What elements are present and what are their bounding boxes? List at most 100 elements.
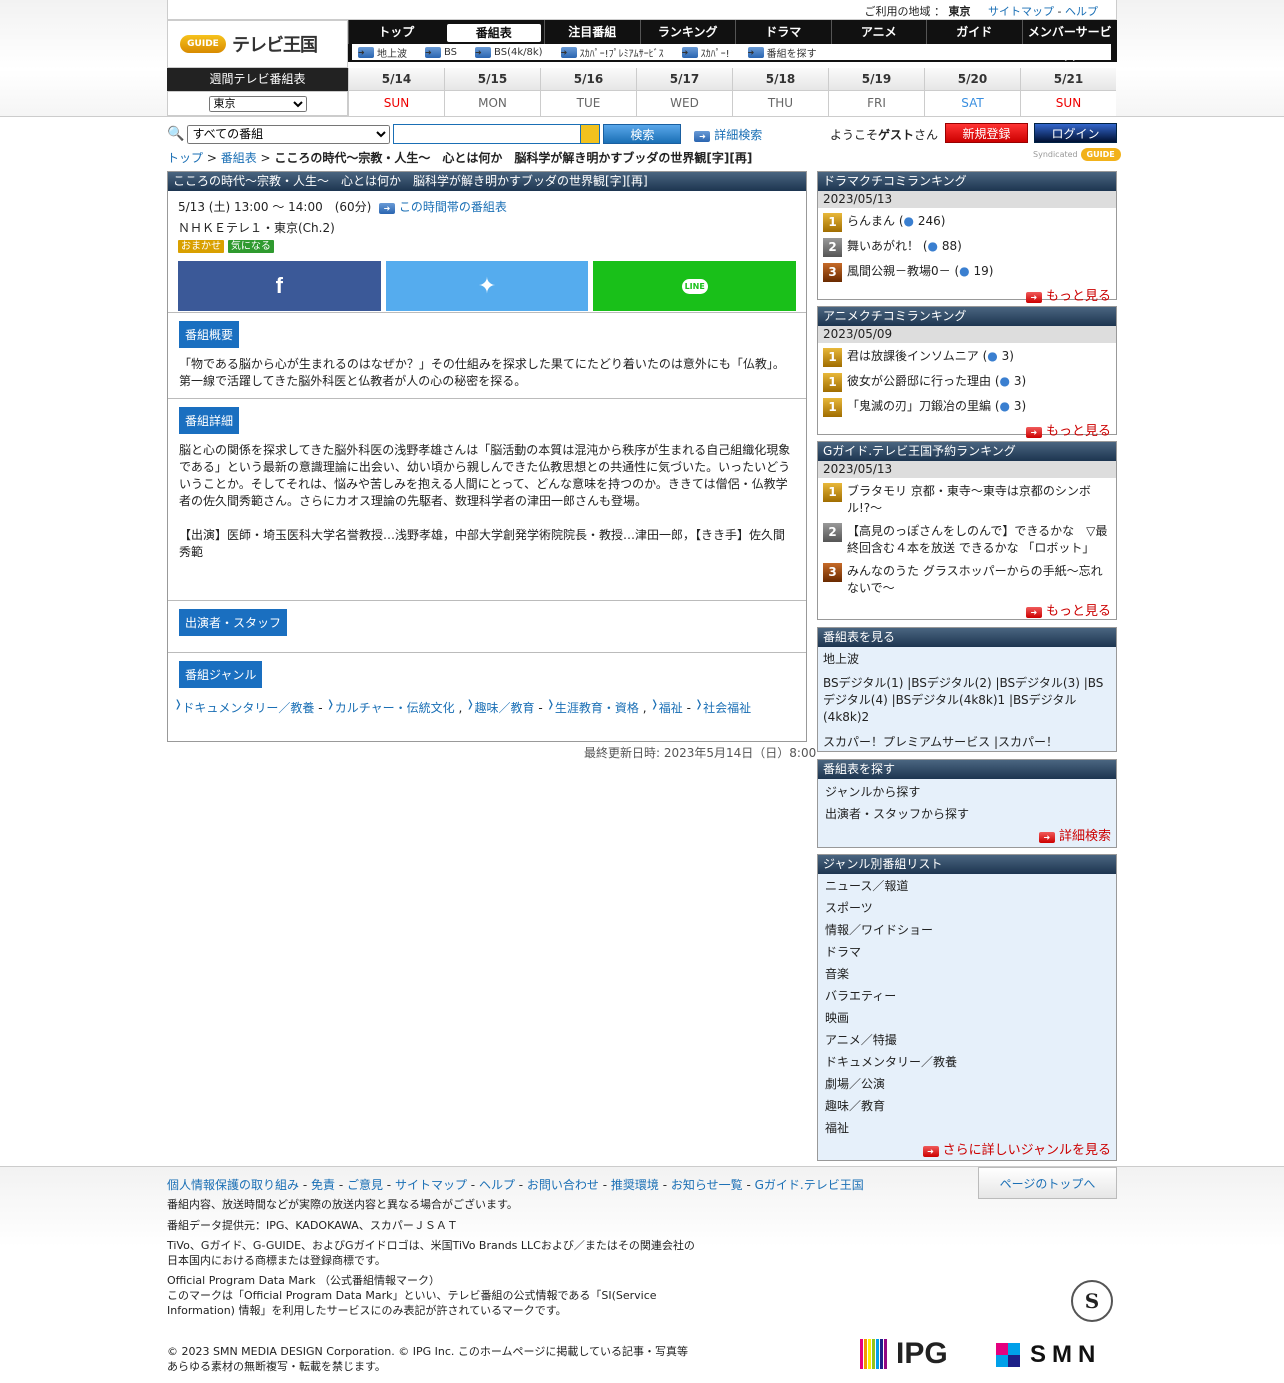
- genre-section: 番組ジャンル ❭ドキュメンタリー／教養 - ❭カルチャー・伝統文化 , ❭趣味／…: [168, 652, 806, 716]
- page-top-button[interactable]: ページのトップへ: [978, 1167, 1117, 1199]
- footer-link[interactable]: ご意見: [347, 1178, 383, 1192]
- footer-link[interactable]: Gガイド.テレビ王国: [755, 1178, 864, 1192]
- genre-list-item[interactable]: ニュース／報道: [818, 875, 1116, 897]
- find-advanced-link[interactable]: 詳細検索: [1059, 829, 1111, 844]
- nav-tab-1[interactable]: 番組表: [446, 24, 541, 42]
- genre-list-item[interactable]: 劇場／公演: [818, 1073, 1116, 1095]
- ranking-item[interactable]: 2 【高見のっぽさんをしのんで】できるかな ▽最終回含む４本を放送 できるかな 「…: [818, 520, 1116, 560]
- syndicated-text: Syndicated: [1033, 150, 1078, 159]
- help-link[interactable]: ヘルプ: [1065, 5, 1098, 18]
- footer-sep: -: [299, 1178, 311, 1192]
- genre-list-item[interactable]: アニメ／特撮: [818, 1029, 1116, 1051]
- bs-links[interactable]: BSデジタル(1) |BSデジタル(2) |BSデジタル(3) |BSデジタル(…: [823, 675, 1111, 726]
- paren: ): [1021, 399, 1027, 413]
- day-column[interactable]: 5/16 TUE: [540, 68, 636, 116]
- sky-links[interactable]: スカパー！プレミアムサービス |スカパー！: [823, 734, 1111, 751]
- day-column[interactable]: 5/19 FRI: [828, 68, 924, 116]
- genre-sub-link[interactable]: カルチャー・伝統文化: [335, 701, 455, 715]
- genre-main-link[interactable]: ドキュメンタリー／教養: [182, 701, 314, 715]
- ranking-item[interactable]: 1 彼女が公爵邸に行った理由 (● 3): [818, 370, 1116, 395]
- day-weekday: MON: [445, 91, 540, 116]
- kininaru-tag[interactable]: 気になる: [227, 240, 274, 253]
- ranking-item[interactable]: 3 風間公親－教場0－ (● 19): [818, 260, 1116, 285]
- find-by-cast-link[interactable]: 出演者・スタッフから探す: [818, 803, 1116, 825]
- ranking-item[interactable]: 2 舞いあがれ！ (● 88): [818, 235, 1116, 260]
- ranking-item[interactable]: 1 「鬼滅の刃」刀鍛冶の里編 (● 3): [818, 395, 1116, 420]
- day-date: 5/21: [1021, 68, 1116, 91]
- nav-tab-3[interactable]: ランキング: [639, 20, 736, 44]
- genre-list-item[interactable]: バラエティー: [818, 985, 1116, 1007]
- search-input[interactable]: [393, 124, 582, 144]
- genre-list-item[interactable]: 情報／ワイドショー: [818, 919, 1116, 941]
- ranking-item[interactable]: 1 らんまん (● 246): [818, 210, 1116, 235]
- genre-sub-link[interactable]: 社会福祉: [703, 701, 751, 715]
- sub-nav-item-0[interactable]: ➜ 地上波: [358, 45, 407, 60]
- reserve-more-link[interactable]: もっと見る: [1046, 604, 1111, 619]
- advanced-search-link[interactable]: 詳細検索: [714, 128, 762, 142]
- sitemap-link[interactable]: サイトマップ: [988, 5, 1054, 18]
- time-slot-link[interactable]: この時間帯の番組表: [399, 200, 507, 214]
- terrestrial-link[interactable]: 地上波: [823, 651, 1111, 668]
- search-scope-select[interactable]: すべての番組: [187, 124, 391, 144]
- day-column[interactable]: 5/20 SAT: [924, 68, 1020, 116]
- day-column[interactable]: 5/15 MON: [444, 68, 540, 116]
- breadcrumb-listings[interactable]: 番組表: [221, 151, 257, 165]
- genre-list-item[interactable]: 趣味／教育: [818, 1095, 1116, 1117]
- sub-nav-item-3[interactable]: ➜ ｽｶﾊﾟｰ!ﾌﾟﾚﾐｱﾑｻｰﾋﾞｽ: [560, 45, 664, 60]
- ranking-item[interactable]: 1 ブラタモリ 京都・東寺〜東寺は京都のシンボル!?〜: [818, 480, 1116, 520]
- sub-nav-item-4[interactable]: ➜ ｽｶﾊﾟｰ!: [681, 45, 730, 60]
- facebook-share-button[interactable]: f: [178, 261, 381, 311]
- line-share-button[interactable]: LINE: [593, 261, 797, 311]
- twitter-share-button[interactable]: ✦: [385, 261, 589, 311]
- logo-text: テレビ王国: [232, 35, 318, 56]
- footer-link[interactable]: ヘルプ: [479, 1178, 515, 1192]
- genre-list-item[interactable]: ドラマ: [818, 941, 1116, 963]
- footer-link[interactable]: 免責: [311, 1178, 335, 1192]
- genre-list-item[interactable]: 音楽: [818, 963, 1116, 985]
- site-logo[interactable]: GUIDE テレビ王国: [167, 20, 348, 68]
- genre-main-link[interactable]: 福祉: [659, 701, 683, 715]
- day-column[interactable]: 5/21 SUN: [1020, 68, 1116, 116]
- search-button[interactable]: 検索: [603, 124, 682, 144]
- footer-link[interactable]: お知らせ一覧: [671, 1178, 743, 1192]
- nav-tab-4[interactable]: ドラマ: [735, 20, 831, 44]
- genre-list-item[interactable]: ドキュメンタリー／教養: [818, 1051, 1116, 1073]
- drama-more-link[interactable]: もっと見る: [1046, 289, 1111, 304]
- find-by-genre-link[interactable]: ジャンルから探す: [818, 781, 1116, 803]
- day-column[interactable]: 5/17 WED: [636, 68, 732, 116]
- day-column[interactable]: 5/14 SUN: [348, 68, 444, 116]
- nav-tab-6[interactable]: ガイド: [926, 20, 1022, 44]
- sub-nav-item-5[interactable]: ➜ 番組を探す: [747, 45, 817, 60]
- footer-link[interactable]: 個人情報保護の取り組み: [167, 1178, 299, 1192]
- login-button[interactable]: ログイン: [1034, 123, 1117, 143]
- arrow-icon: ➜: [1025, 427, 1042, 438]
- footer-link[interactable]: サイトマップ: [395, 1178, 467, 1192]
- anime-more-link[interactable]: もっと見る: [1046, 424, 1111, 439]
- genre-more-link[interactable]: さらに詳しいジャンルを見る: [943, 1143, 1111, 1158]
- nav-tab-2[interactable]: 注目番組: [544, 20, 640, 44]
- footer-link[interactable]: お問い合わせ: [527, 1178, 599, 1192]
- area-select[interactable]: 東京: [208, 95, 307, 112]
- sub-nav-item-2[interactable]: ➜ BS(4k/8k): [475, 46, 543, 58]
- ranking-text: 君は放課後インソムニア (● 3): [847, 348, 1014, 365]
- ranking-item[interactable]: 3 みんなのうた グラスホッパーからの手紙〜忘れないで〜: [818, 560, 1116, 600]
- ranking-item[interactable]: 1 君は放課後インソムニア (● 3): [818, 345, 1116, 370]
- nav-tab-7[interactable]: メンバーサービス: [1021, 20, 1118, 63]
- sub-nav-item-1[interactable]: ➜ BS: [425, 46, 457, 58]
- day-column[interactable]: 5/18 THU: [732, 68, 828, 116]
- genre-list-item[interactable]: 福祉: [818, 1117, 1116, 1139]
- nav-tab-5[interactable]: アニメ: [830, 20, 927, 44]
- breadcrumb-top[interactable]: トップ: [167, 151, 203, 165]
- footer-link[interactable]: 推奨環境: [611, 1178, 659, 1192]
- nav-tab-0[interactable]: トップ: [348, 20, 444, 44]
- genre-list-item[interactable]: 映画: [818, 1007, 1116, 1029]
- register-button[interactable]: 新規登録: [945, 123, 1028, 143]
- detail-text: 脳と心の関係を探求してきた脳外科医の浅野孝雄さんは「脳活動の本質は混沌から秩序が…: [179, 443, 791, 508]
- omakase-tag[interactable]: おまかせ: [178, 240, 224, 253]
- genre-main-link[interactable]: 趣味／教育: [475, 701, 535, 715]
- sub-nav-label: 地上波: [377, 48, 407, 60]
- genre-list-item[interactable]: スポーツ: [818, 897, 1116, 919]
- day-weekday: SUN: [349, 91, 444, 116]
- genre-sub-link[interactable]: 生涯教育・資格: [555, 701, 639, 715]
- arrow-icon: ➜: [1038, 832, 1055, 843]
